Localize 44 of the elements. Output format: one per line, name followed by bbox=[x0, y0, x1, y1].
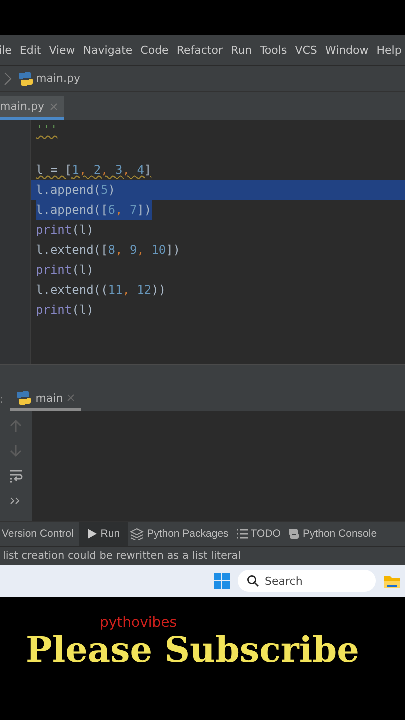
panel-label: : bbox=[0, 393, 4, 406]
tool-window-tab[interactable]: Python Packages bbox=[128, 522, 234, 546]
menu-item[interactable]: ile bbox=[0, 44, 12, 56]
python-file-icon bbox=[18, 70, 34, 86]
menu-item[interactable]: View bbox=[49, 44, 76, 56]
menu-item[interactable]: Run bbox=[230, 44, 252, 56]
search-icon bbox=[247, 575, 259, 587]
python-icon bbox=[16, 390, 32, 406]
breadcrumb-item[interactable]: main.py bbox=[36, 72, 80, 85]
menu-item[interactable]: Edit bbox=[20, 44, 42, 56]
code-line: l.extend((11, 12)) bbox=[36, 282, 166, 299]
search-field[interactable]: Search bbox=[238, 570, 376, 592]
tool-window-tab[interactable]: Version Control bbox=[0, 522, 79, 546]
menu-item[interactable]: VCS bbox=[295, 44, 318, 56]
channel-name: pythovibes bbox=[99, 615, 178, 631]
code-line: print(l) bbox=[36, 262, 94, 279]
layers-icon bbox=[130, 528, 144, 540]
menu-item[interactable]: Tools bbox=[260, 44, 288, 56]
status-message: list creation could be rewritten as a list literal bbox=[0, 546, 405, 565]
chevron-right-icon bbox=[4, 72, 12, 86]
code-line: l.extend([8, 9, 10]) bbox=[36, 242, 181, 259]
editor-tab[interactable]: main.py bbox=[0, 96, 64, 120]
folder-icon[interactable] bbox=[384, 573, 400, 589]
windows-logo-icon bbox=[214, 573, 230, 589]
menu-item[interactable]: Refactor bbox=[176, 44, 223, 56]
tool-window-tab[interactable]: TODO bbox=[234, 522, 286, 546]
menu-item[interactable]: Code bbox=[140, 44, 169, 56]
python-icon bbox=[288, 528, 300, 540]
code-line: l.append(5) bbox=[36, 182, 116, 199]
menu-item[interactable]: Navigate bbox=[83, 44, 133, 56]
menu-item[interactable]: Help bbox=[376, 44, 402, 56]
code-line: l = [1, 2, 3, 4] bbox=[36, 162, 152, 179]
play-icon bbox=[86, 528, 98, 540]
code-line: ''' bbox=[36, 122, 58, 139]
tool-window-tab[interactable]: Run bbox=[78, 522, 128, 546]
soft-wrap-icon[interactable] bbox=[9, 469, 23, 483]
code-line: print(l) bbox=[36, 302, 94, 319]
list-icon bbox=[236, 528, 248, 540]
tool-window-tab[interactable]: Python Console bbox=[286, 522, 382, 546]
close-icon bbox=[50, 102, 58, 110]
subscribe-caption: Please Subscribe bbox=[25, 631, 360, 671]
code-line: print(l) bbox=[36, 222, 94, 239]
close-icon bbox=[67, 394, 76, 402]
menu-item[interactable]: Window bbox=[325, 44, 369, 56]
